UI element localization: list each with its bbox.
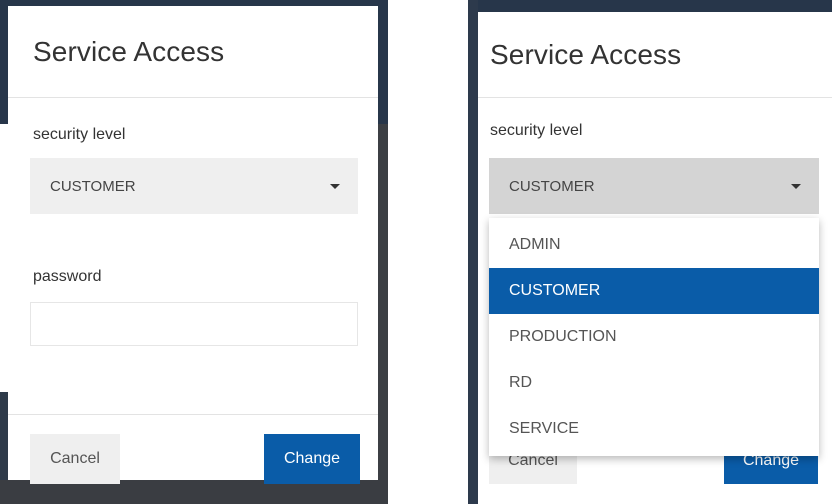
caret-down-icon bbox=[791, 184, 801, 189]
backdrop bbox=[468, 0, 832, 12]
dialog-header: Service Access bbox=[8, 6, 378, 98]
security-level-select[interactable]: CUSTOMER bbox=[489, 158, 819, 214]
change-button[interactable]: Change bbox=[264, 434, 360, 484]
security-level-value: CUSTOMER bbox=[509, 177, 595, 195]
security-level-label: security level bbox=[33, 126, 126, 143]
dropdown-option-production[interactable]: PRODUCTION bbox=[489, 314, 819, 360]
cancel-button[interactable]: Cancel bbox=[30, 434, 120, 484]
dialog-title: Service Access bbox=[33, 35, 225, 67]
password-label: password bbox=[33, 268, 102, 285]
dialog-title: Service Access bbox=[490, 38, 682, 70]
dropdown-option-service[interactable]: SERVICE bbox=[489, 406, 819, 452]
security-level-label: security level bbox=[490, 122, 583, 139]
dropdown-option-rd[interactable]: RD bbox=[489, 360, 819, 406]
backdrop bbox=[378, 124, 388, 504]
service-access-dialog: Service Access security level CUSTOMER p… bbox=[8, 6, 378, 484]
dropdown-option-admin[interactable]: ADMIN bbox=[489, 222, 819, 268]
security-level-dropdown: ADMIN CUSTOMER PRODUCTION RD SERVICE bbox=[489, 218, 819, 456]
password-field[interactable] bbox=[30, 302, 358, 346]
backdrop bbox=[0, 392, 8, 480]
dialog-header: Service Access bbox=[478, 12, 832, 98]
backdrop bbox=[468, 0, 478, 504]
footer-divider bbox=[8, 414, 378, 415]
service-access-dialog: Service Access security level CUSTOMER C… bbox=[478, 12, 832, 504]
dropdown-option-customer[interactable]: CUSTOMER bbox=[489, 268, 819, 314]
security-level-select[interactable]: CUSTOMER bbox=[30, 158, 358, 214]
caret-down-icon bbox=[330, 184, 340, 189]
security-level-value: CUSTOMER bbox=[50, 177, 136, 195]
